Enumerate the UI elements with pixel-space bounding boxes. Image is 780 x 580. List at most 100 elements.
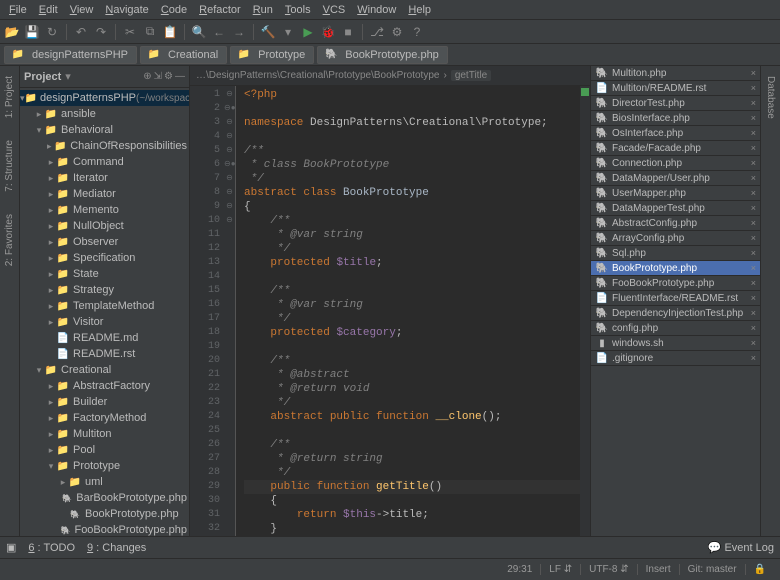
menu-window[interactable]: Window	[352, 4, 401, 16]
gutter-marks[interactable]: ⊖⊖●⊖⊖⊖⊖●⊖⊖⊖⊖	[224, 86, 236, 536]
collapse-icon[interactable]: ⇲	[154, 71, 162, 82]
left-tab-2Favorites[interactable]: 2: Favorites	[2, 208, 17, 272]
tab-OsInterfacephp[interactable]: 🐘OsInterface.php×	[591, 126, 760, 141]
tab-DependencyInjectionTestphp[interactable]: 🐘DependencyInjectionTest.php×	[591, 306, 760, 321]
tree-uml[interactable]: ▸📁uml	[20, 474, 189, 490]
tree-BarBookPrototypephp[interactable]: 🐘BarBookPrototype.php	[20, 490, 189, 506]
run-icon[interactable]: ▶	[300, 24, 316, 40]
tree-AbstractFactory[interactable]: ▸📁AbstractFactory	[20, 378, 189, 394]
menu-vcs[interactable]: VCS	[318, 4, 351, 16]
menu-help[interactable]: Help	[403, 4, 436, 16]
tool-todo[interactable]: 6: TODO	[28, 542, 75, 554]
menu-view[interactable]: View	[65, 4, 99, 16]
tree-Strategy[interactable]: ▸📁Strategy	[20, 282, 189, 298]
undo-icon[interactable]: ↶	[73, 24, 89, 40]
git-branch[interactable]: Git: master	[679, 564, 745, 575]
tab-FluentInterfaceREADMErst[interactable]: 📄FluentInterface/README.rst×	[591, 291, 760, 306]
tree-Visitor[interactable]: ▸📁Visitor	[20, 314, 189, 330]
tree-FooBookPrototypephp[interactable]: 🐘FooBookPrototype.php	[20, 522, 189, 536]
menu-tools[interactable]: Tools	[280, 4, 316, 16]
project-tree[interactable]: ▾📁designPatternsPHP (~/workspace…▸📁ansib…	[20, 88, 189, 536]
crumb-designPatternsPHP[interactable]: 📁designPatternsPHP	[4, 46, 137, 64]
tab-configphp[interactable]: 🐘config.php×	[591, 321, 760, 336]
tab-MultitonREADMErst[interactable]: 📄Multiton/README.rst×	[591, 81, 760, 96]
menu-navigate[interactable]: Navigate	[100, 4, 153, 16]
caret-position[interactable]: 29:31	[499, 564, 540, 575]
close-icon[interactable]: ×	[751, 98, 756, 108]
close-icon[interactable]: ×	[751, 158, 756, 168]
tab-DirectorTestphp[interactable]: 🐘DirectorTest.php×	[591, 96, 760, 111]
tree-Mediator[interactable]: ▸📁Mediator	[20, 186, 189, 202]
autoscroll-icon[interactable]: ⊕	[143, 71, 151, 82]
tree-ChainOfResponsibilities[interactable]: ▸📁ChainOfResponsibilities	[20, 138, 189, 154]
tree-Creational[interactable]: ▾📁Creational	[20, 362, 189, 378]
right-tab-Database[interactable]: Database	[763, 70, 778, 125]
tree-State[interactable]: ▸📁State	[20, 266, 189, 282]
left-tab-1Project[interactable]: 1: Project	[2, 70, 17, 124]
code-area[interactable]: <?phpnamespace DesignPatterns\Creational…	[236, 86, 580, 536]
run-config-icon[interactable]: ▾	[280, 24, 296, 40]
tree-Specification[interactable]: ▸📁Specification	[20, 250, 189, 266]
menu-file[interactable]: File	[4, 4, 32, 16]
line-separator[interactable]: LF ⇵	[540, 564, 580, 575]
tree-Behavioral[interactable]: ▾📁Behavioral	[20, 122, 189, 138]
close-icon[interactable]: ×	[751, 83, 756, 93]
close-icon[interactable]: ×	[751, 278, 756, 288]
insert-mode[interactable]: Insert	[637, 564, 679, 575]
crumb-BookPrototypephp[interactable]: 🐘BookPrototype.php	[317, 46, 448, 64]
tree-Multiton[interactable]: ▸📁Multiton	[20, 426, 189, 442]
tab-gitignore[interactable]: 📄.gitignore×	[591, 351, 760, 366]
error-stripe[interactable]	[580, 86, 590, 536]
close-icon[interactable]: ×	[751, 203, 756, 213]
tree-BookPrototypephp[interactable]: 🐘BookPrototype.php	[20, 506, 189, 522]
line-gutter[interactable]: 1234567891011121314151617181920212223242…	[190, 86, 224, 536]
close-icon[interactable]: ×	[751, 308, 756, 318]
lock-icon[interactable]: 🔒	[745, 564, 774, 575]
copy-icon[interactable]: ⧉	[142, 24, 158, 40]
build-icon[interactable]: 🔨	[260, 24, 276, 40]
tab-FacadeFacadephp[interactable]: 🐘Facade/Facade.php×	[591, 141, 760, 156]
stop-icon[interactable]: ■	[340, 24, 356, 40]
close-icon[interactable]: ×	[751, 128, 756, 138]
tab-AbstractConfigphp[interactable]: 🐘AbstractConfig.php×	[591, 216, 760, 231]
tree-ansible[interactable]: ▸📁ansible	[20, 106, 189, 122]
settings-icon[interactable]: ⚙	[389, 24, 405, 40]
tree-Pool[interactable]: ▸📁Pool	[20, 442, 189, 458]
crumb-Prototype[interactable]: 📁Prototype	[230, 46, 314, 64]
back-icon[interactable]: ←	[211, 24, 227, 40]
close-icon[interactable]: ×	[751, 248, 756, 258]
open-icon[interactable]: 📂	[4, 24, 20, 40]
paste-icon[interactable]: 📋	[162, 24, 178, 40]
tree-Builder[interactable]: ▸📁Builder	[20, 394, 189, 410]
cut-icon[interactable]: ✂	[122, 24, 138, 40]
tab-ArrayConfigphp[interactable]: 🐘ArrayConfig.php×	[591, 231, 760, 246]
debug-icon[interactable]: 🐞	[320, 24, 336, 40]
close-icon[interactable]: ×	[751, 173, 756, 183]
hide-icon[interactable]: —	[175, 71, 185, 82]
event-log[interactable]: 💬 Event Log	[708, 541, 774, 554]
close-icon[interactable]: ×	[751, 188, 756, 198]
close-icon[interactable]: ×	[751, 338, 756, 348]
crumb-Creational[interactable]: 📁Creational	[140, 46, 227, 64]
forward-icon[interactable]: →	[231, 24, 247, 40]
redo-icon[interactable]: ↷	[93, 24, 109, 40]
close-icon[interactable]: ×	[751, 143, 756, 153]
close-icon[interactable]: ×	[751, 233, 756, 243]
tab-Connectionphp[interactable]: 🐘Connection.php×	[591, 156, 760, 171]
close-icon[interactable]: ×	[751, 263, 756, 273]
tree-Prototype[interactable]: ▾📁Prototype	[20, 458, 189, 474]
editor-breadcrumb[interactable]: …\DesignPatterns\Creational\Prototype\Bo…	[190, 66, 590, 86]
close-icon[interactable]: ×	[751, 353, 756, 363]
save-icon[interactable]: 💾	[24, 24, 40, 40]
vcs-icon[interactable]: ⎇	[369, 24, 385, 40]
tree-NullObject[interactable]: ▸📁NullObject	[20, 218, 189, 234]
left-tab-7Structure[interactable]: 7: Structure	[2, 134, 17, 198]
menu-code[interactable]: Code	[156, 4, 192, 16]
tab-DataMapperTestphp[interactable]: 🐘DataMapperTest.php×	[591, 201, 760, 216]
tab-DataMapperUserphp[interactable]: 🐘DataMapper/User.php×	[591, 171, 760, 186]
tab-Multitonphp[interactable]: 🐘Multiton.php×	[591, 66, 760, 81]
gear-icon[interactable]: ⚙	[164, 71, 173, 82]
corner-icon[interactable]: ▣	[6, 541, 16, 554]
tab-UserMapperphp[interactable]: 🐘UserMapper.php×	[591, 186, 760, 201]
tree-designPatternsPHP[interactable]: ▾📁designPatternsPHP (~/workspace…	[20, 90, 189, 106]
